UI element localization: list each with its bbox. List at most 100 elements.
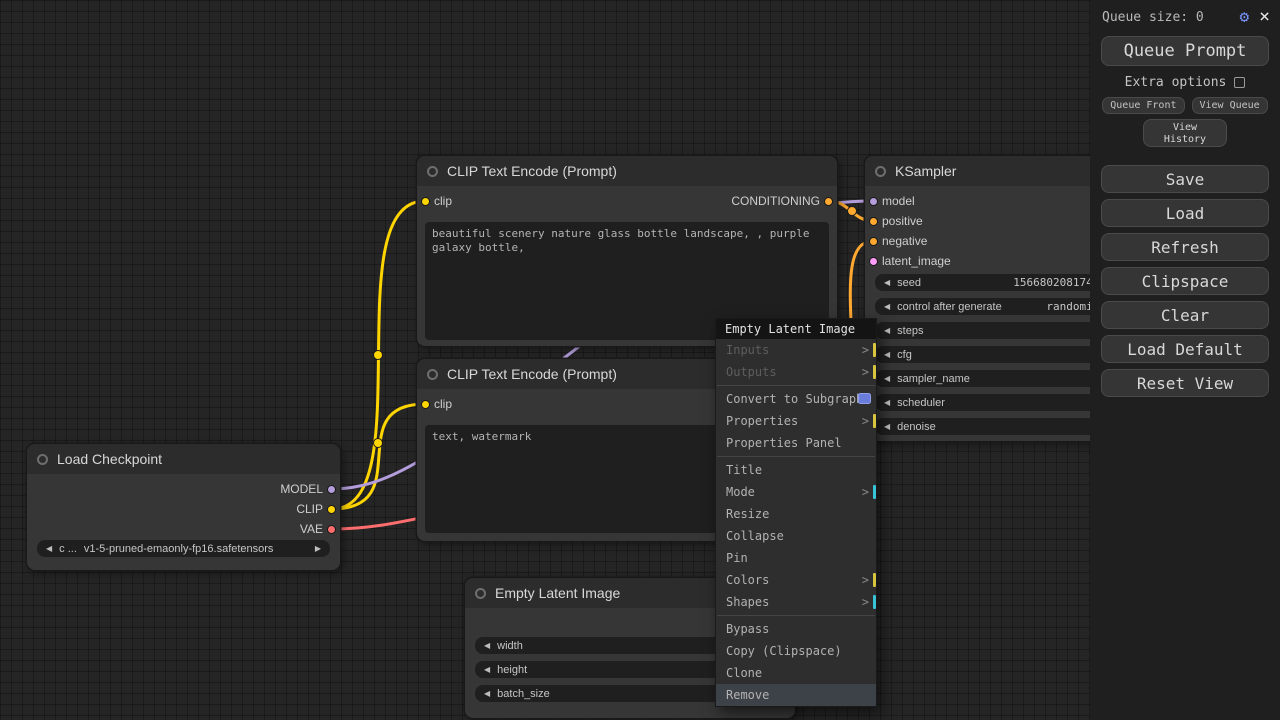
widget-name: scheduler	[897, 396, 945, 409]
clear-button[interactable]: Clear	[1101, 301, 1269, 329]
decrement-arrow-icon[interactable]: ◀	[484, 641, 490, 650]
node-title-bar[interactable]: Load Checkpoint	[27, 444, 340, 474]
control-after-generate-widget[interactable]: ◀ control after generate randomize	[875, 298, 1115, 315]
menu-item-outputs[interactable]: Outputs >	[716, 361, 876, 383]
menu-separator	[717, 385, 875, 386]
conditioning-output-port[interactable]	[824, 196, 833, 206]
queue-front-button[interactable]: Queue Front	[1102, 97, 1185, 114]
queue-size-label: Queue size: 0	[1102, 9, 1204, 25]
vae-output-port[interactable]	[327, 524, 336, 534]
decrement-arrow-icon[interactable]: ◀	[484, 665, 490, 674]
clip-input-port[interactable]	[421, 196, 430, 206]
menu-item-label: Shapes	[726, 595, 770, 609]
menu-item-convert-to-subgraph[interactable]: Convert to Subgraph	[716, 388, 876, 410]
model-input-port[interactable]	[869, 196, 878, 206]
node-title: Empty Latent Image	[495, 585, 621, 601]
clip-input-port[interactable]	[421, 399, 430, 409]
menu-item-pin[interactable]: Pin	[716, 547, 876, 569]
clip-output-port[interactable]	[327, 504, 336, 514]
extra-options-checkbox[interactable]	[1234, 77, 1246, 88]
decrement-arrow-icon[interactable]: ◀	[884, 350, 890, 359]
menu-item-copy-clipspace[interactable]: Copy (Clipspace)	[716, 640, 876, 662]
load-button[interactable]: Load	[1101, 199, 1269, 227]
menu-item-label: Collapse	[726, 529, 784, 543]
collapse-dot-icon[interactable]	[37, 453, 48, 465]
menu-item-shapes[interactable]: Shapes >	[716, 591, 876, 613]
save-button[interactable]: Save	[1101, 165, 1269, 193]
collapse-dot-icon[interactable]	[475, 587, 486, 599]
decrement-arrow-icon[interactable]: ◀	[884, 374, 890, 383]
decrement-arrow-icon[interactable]: ◀	[884, 326, 890, 335]
comfy-menu-panel: Queue size: 0 ⚙ × Queue Prompt Extra opt…	[1090, 0, 1280, 720]
reset-view-button[interactable]: Reset View	[1101, 369, 1269, 397]
menu-item-properties[interactable]: Properties >	[716, 410, 876, 432]
collapse-dot-icon[interactable]	[427, 165, 438, 177]
scheduler-widget[interactable]: ◀ scheduler	[875, 394, 1115, 411]
model-output-port[interactable]	[327, 484, 336, 494]
cfg-widget[interactable]: ◀ cfg	[875, 346, 1115, 363]
submenu-accent	[873, 343, 876, 357]
close-icon[interactable]: ×	[1259, 8, 1270, 26]
menu-item-label: Bypass	[726, 622, 770, 636]
ckpt-name-widget[interactable]: ◀ c ... v1-5-pruned-emaonly-fp16.safeten…	[37, 540, 330, 557]
node-graph-canvas[interactable]: CLIP Text Encode (Prompt) clip CONDITION…	[0, 0, 1280, 720]
menu-item-resize[interactable]: Resize	[716, 503, 876, 525]
decrement-arrow-icon[interactable]: ◀	[884, 398, 890, 407]
collapse-dot-icon[interactable]	[875, 165, 886, 177]
load-default-button[interactable]: Load Default	[1101, 335, 1269, 363]
node-context-menu: Empty Latent Image Inputs > Outputs > Co…	[715, 318, 877, 707]
submenu-arrow-icon: >	[861, 485, 869, 499]
menu-item-label: Copy (Clipspace)	[726, 644, 842, 658]
submenu-arrow-icon: >	[861, 365, 869, 379]
decrement-arrow-icon[interactable]: ◀	[484, 689, 490, 698]
menu-separator	[717, 456, 875, 457]
node-load-checkpoint[interactable]: Load Checkpoint MODEL CLIP VAE ◀ c ... v…	[27, 444, 340, 570]
widget-name: steps	[897, 324, 924, 337]
next-arrow-icon[interactable]: ▶	[315, 544, 321, 553]
decrement-arrow-icon[interactable]: ◀	[884, 422, 890, 431]
submenu-accent	[873, 485, 876, 499]
queue-prompt-button[interactable]: Queue Prompt	[1101, 36, 1269, 66]
latent-image-input-port[interactable]	[869, 256, 878, 266]
collapse-dot-icon[interactable]	[427, 368, 438, 380]
widget-name: c ...	[59, 542, 77, 555]
menu-item-clone[interactable]: Clone	[716, 662, 876, 684]
settings-gear-icon[interactable]: ⚙	[1240, 9, 1250, 25]
view-queue-button[interactable]: View Queue	[1191, 97, 1268, 114]
menu-item-label: Clone	[726, 666, 763, 680]
menu-item-title[interactable]: Title	[716, 459, 876, 481]
submenu-arrow-icon: >	[861, 414, 869, 428]
negative-input-port[interactable]	[869, 236, 878, 246]
menu-item-colors[interactable]: Colors >	[716, 569, 876, 591]
denoise-widget[interactable]: ◀ denoise	[875, 418, 1115, 435]
menu-item-collapse[interactable]: Collapse	[716, 525, 876, 547]
positive-input-port[interactable]	[869, 216, 878, 226]
menu-item-label: Resize	[726, 507, 770, 521]
refresh-button[interactable]: Refresh	[1101, 233, 1269, 261]
clipspace-button[interactable]: Clipspace	[1101, 267, 1269, 295]
decrement-arrow-icon[interactable]: ◀	[884, 278, 890, 287]
submenu-accent	[873, 365, 876, 379]
widget-name: seed	[897, 276, 922, 289]
menu-item-remove[interactable]: Remove	[716, 684, 876, 706]
menu-item-label: Colors	[726, 573, 770, 587]
view-history-button[interactable]: View History	[1143, 119, 1227, 147]
decrement-arrow-icon[interactable]: ◀	[884, 302, 890, 311]
previous-arrow-icon[interactable]: ◀	[46, 544, 52, 553]
submenu-arrow-icon: >	[861, 343, 869, 357]
menu-item-label: Mode	[726, 485, 755, 499]
context-menu-title: Empty Latent Image	[716, 319, 876, 339]
node-title-bar[interactable]: CLIP Text Encode (Prompt)	[417, 156, 837, 186]
menu-item-label: Remove	[726, 688, 770, 702]
node-title-bar[interactable]: KSampler	[865, 156, 1125, 186]
menu-item-mode[interactable]: Mode >	[716, 481, 876, 503]
node-ksampler[interactable]: KSampler model positive negative latent_…	[865, 156, 1125, 441]
menu-item-inputs[interactable]: Inputs >	[716, 339, 876, 361]
seed-widget[interactable]: ◀ seed 15668020817478	[875, 274, 1115, 291]
vae-output-label: VAE	[299, 522, 323, 536]
menu-item-bypass[interactable]: Bypass	[716, 618, 876, 640]
steps-widget[interactable]: ◀ steps	[875, 322, 1115, 339]
sampler-name-widget[interactable]: ◀ sampler_name	[875, 370, 1115, 387]
menu-item-properties-panel[interactable]: Properties Panel	[716, 432, 876, 454]
widget-name: height	[497, 663, 528, 676]
